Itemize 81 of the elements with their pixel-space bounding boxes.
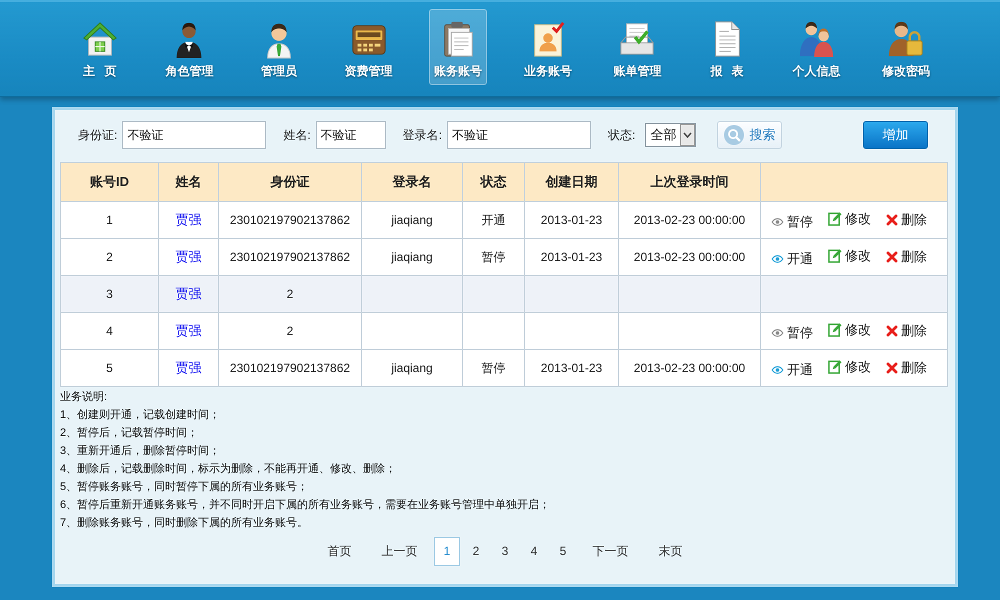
table-cell: 暂停 <box>462 350 524 386</box>
table-cell: 5 <box>60 350 158 386</box>
text-input[interactable]: 不验证 <box>447 121 592 149</box>
page-link[interactable]: 上一页 <box>366 537 432 566</box>
nav-tab[interactable]: 账单管理 <box>608 9 666 85</box>
page-link[interactable]: 下一页 <box>578 537 644 566</box>
nav-tab[interactable]: 个人信息 <box>788 9 846 85</box>
pause-link[interactable]: 暂停 <box>771 323 813 342</box>
delete-icon <box>886 362 898 374</box>
eye-icon <box>771 366 784 374</box>
status-label: 状态: <box>608 127 636 144</box>
delete-icon <box>886 250 898 263</box>
table-cell: jiaqiang <box>362 350 462 386</box>
name-link[interactable]: 贾强 <box>176 323 202 338</box>
table-cell: 2013-01-23 <box>524 350 618 386</box>
nav-tab[interactable]: 资费管理 <box>340 9 398 85</box>
table-cell: 2013-02-23 00:00:00 <box>618 350 760 386</box>
eye-icon <box>771 328 784 337</box>
delete-link[interactable]: 删除 <box>886 321 927 340</box>
nav-tab[interactable]: 修改密码 <box>877 9 936 85</box>
search-button[interactable]: 搜索 <box>717 121 782 149</box>
note-line: 5、暂停账务账号，同时暂停下属的所有业务账号； <box>60 480 310 495</box>
page-link[interactable]: 5 <box>550 537 576 566</box>
table-row[interactable]: 5 贾强 230102197902137862 jiaqiang 暂停 2013-01-23 2013-02-23 00:00:00 开通 修改 删除 <box>60 350 948 386</box>
note-line: 1、创建则开通，记载创建时间； <box>60 408 222 423</box>
delete-icon <box>886 324 898 337</box>
page-link[interactable]: 4 <box>521 537 547 566</box>
note-line: 4、删除后，记载删除时间，标示为删除，不能再开通、修改、删除； <box>60 462 398 477</box>
edit-icon <box>828 210 842 226</box>
note-line: 7、删除账务账号，同时删除下属的所有业务账号。 <box>60 516 310 531</box>
name-link[interactable]: 贾强 <box>176 360 202 376</box>
status-select[interactable]: 全部 <box>645 123 696 147</box>
edit-icon <box>828 358 842 374</box>
pause-link[interactable]: 暂停 <box>771 212 813 232</box>
field-label: 身份证: <box>78 127 118 144</box>
table-row[interactable]: 1 贾强 230102197902137862 jiaqiang 开通 2013-01-23 2013-02-23 00:00:00 暂停 修改 删除 <box>60 202 948 238</box>
nav-tab[interactable]: 角色管理 <box>160 9 218 85</box>
resume-link[interactable]: 开通 <box>771 249 813 268</box>
edit-icon <box>828 248 842 263</box>
table-row[interactable]: 2 贾强 230102197902137862 jiaqiang 暂停 2013-01-23 2013-02-23 00:00:00 开通 修改 删除 <box>60 238 948 276</box>
text-input[interactable]: 不验证 <box>122 121 266 149</box>
field-label: 登录名: <box>402 127 442 144</box>
field-label: 姓名: <box>283 127 311 144</box>
nav-tab[interactable]: 主 页 <box>70 9 129 85</box>
edit-icon <box>828 322 842 337</box>
text-input[interactable]: 不验证 <box>316 121 386 149</box>
eye-icon <box>771 218 784 226</box>
table-row[interactable]: 3 贾强 2 <box>60 276 948 312</box>
page-link[interactable]: 1 <box>434 537 460 566</box>
edit-link[interactable]: 修改 <box>828 246 871 265</box>
note-line: 2、暂停后，记载暂停时间； <box>60 426 200 441</box>
note-line: 3、重新开通后，删除暂停时间； <box>60 444 222 459</box>
edit-link[interactable]: 修改 <box>828 208 871 228</box>
users-icon <box>798 19 836 59</box>
edit-link[interactable]: 修改 <box>828 356 871 376</box>
delete-link[interactable]: 删除 <box>886 358 927 378</box>
caret-icon <box>680 124 696 146</box>
delete-icon <box>886 214 898 226</box>
page-link[interactable]: 3 <box>492 537 518 566</box>
note-line: 6、暂停后重新开通账务账号，并不同时开启下属的所有业务账号，需要在业务账号管理中单独开启； <box>60 498 552 513</box>
name-link[interactable]: 贾强 <box>176 286 202 302</box>
delete-link[interactable]: 删除 <box>886 247 927 266</box>
delete-link[interactable]: 删除 <box>886 210 927 230</box>
add-button[interactable]: 增加 <box>863 121 928 149</box>
notes-title: 业务说明: <box>60 390 108 405</box>
nav-tab[interactable]: 业务账号 <box>518 9 577 85</box>
page-link[interactable]: 首页 <box>312 537 366 566</box>
page-link[interactable]: 末页 <box>644 537 698 566</box>
eye-icon <box>771 254 784 263</box>
search-icon <box>724 125 744 145</box>
name-link[interactable]: 贾强 <box>176 249 202 264</box>
edit-link[interactable]: 修改 <box>828 320 871 339</box>
table-cell: 230102197902137862 <box>218 350 362 386</box>
column-header: 账号ID <box>60 162 158 202</box>
table-row[interactable]: 4 贾强 2 暂停 修改 删除 <box>60 312 948 350</box>
name-link[interactable]: 贾强 <box>176 212 202 228</box>
user-lock-icon <box>887 19 926 59</box>
page-link[interactable]: 2 <box>463 537 489 566</box>
nav-tab[interactable]: 报 表 <box>698 9 756 85</box>
resume-link[interactable]: 开通 <box>771 360 813 380</box>
nav-tab[interactable]: 管理员 <box>250 9 308 85</box>
